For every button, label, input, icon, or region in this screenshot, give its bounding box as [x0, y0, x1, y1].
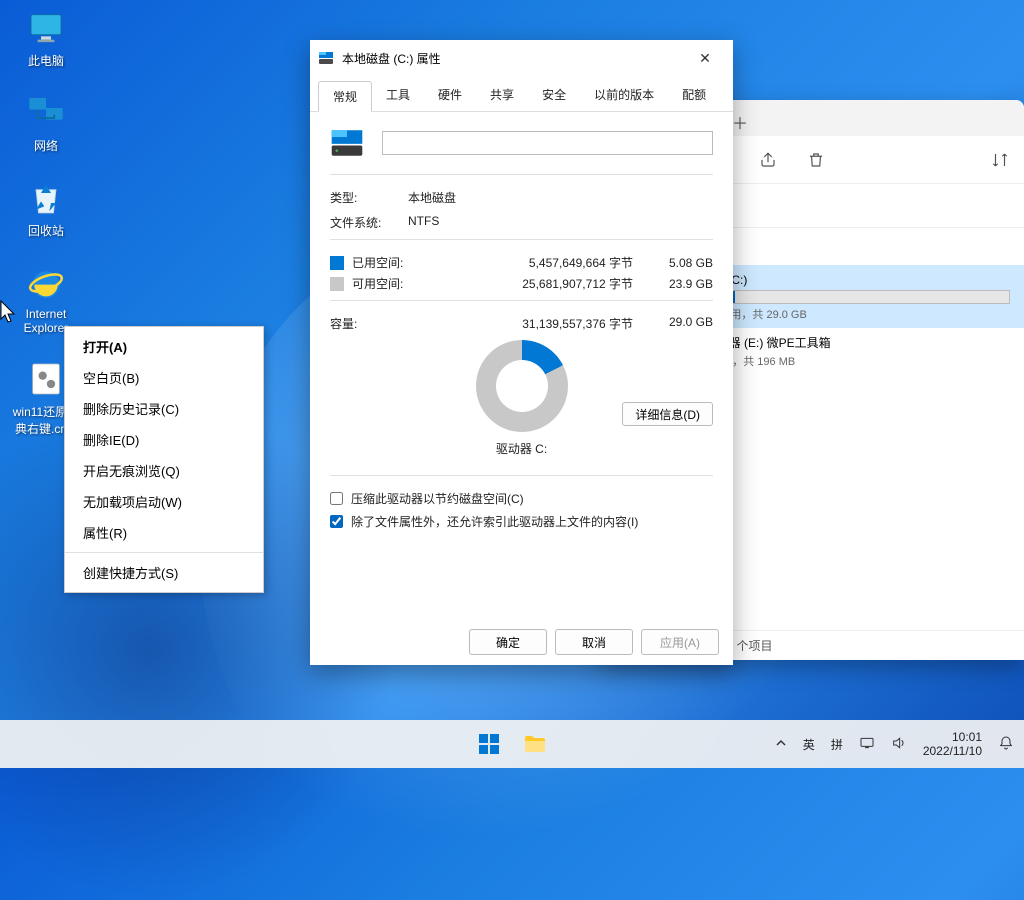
ie-icon: [26, 263, 66, 303]
type-label: 类型:: [330, 189, 408, 206]
share-icon[interactable]: [758, 150, 778, 170]
menu-no-addons[interactable]: 无加载项启动(W): [65, 486, 263, 517]
desktop-icon-network[interactable]: 网络: [12, 93, 80, 154]
ime-mode[interactable]: 拼: [831, 736, 843, 753]
drive-letter-label: 驱动器 C:: [496, 440, 547, 457]
fs-value: NTFS: [408, 214, 439, 231]
taskbar-explorer-button[interactable]: [515, 724, 555, 764]
usage-pie-chart: [476, 340, 568, 432]
delete-icon[interactable]: [806, 150, 826, 170]
notifications-tray-icon[interactable]: [998, 735, 1014, 754]
menu-blank-page[interactable]: 空白页(B): [65, 362, 263, 393]
menu-properties[interactable]: 属性(R): [65, 517, 263, 548]
tab-hardware[interactable]: 硬件: [424, 80, 476, 111]
tab-sharing[interactable]: 共享: [476, 80, 528, 111]
apply-button[interactable]: 应用(A): [641, 629, 719, 655]
desktop-icon-label: 回收站: [28, 222, 64, 239]
menu-create-shortcut[interactable]: 创建快捷方式(S): [65, 557, 263, 588]
capacity-hr: 29.0 GB: [657, 315, 713, 332]
details-button[interactable]: 详细信息(D): [622, 402, 713, 426]
recycle-bin-icon: [26, 178, 66, 218]
pc-icon: [26, 8, 66, 48]
menu-inprivate[interactable]: 开启无痕浏览(Q): [65, 455, 263, 486]
tab-general[interactable]: 常规: [318, 81, 372, 112]
menu-separator: [65, 552, 263, 553]
free-bytes: 25,681,907,712 字节: [430, 275, 657, 292]
tray-time: 10:01: [923, 730, 982, 744]
index-label: 除了文件属性外，还允许索引此驱动器上文件的内容(I): [351, 513, 638, 530]
fs-label: 文件系统:: [330, 214, 408, 231]
used-label: 已用空间:: [352, 254, 430, 271]
desktop-icon-this-pc[interactable]: 此电脑: [12, 8, 80, 69]
dialog-body: 类型:本地磁盘 文件系统:NTFS 已用空间: 5,457,649,664 字节…: [310, 112, 733, 619]
free-swatch: [330, 277, 344, 291]
taskbar: 英 拼 10:01 2022/11/10: [0, 720, 1024, 768]
tab-security[interactable]: 安全: [528, 80, 580, 111]
type-value: 本地磁盘: [408, 189, 456, 206]
compress-label: 压缩此驱动器以节约磁盘空间(C): [351, 490, 524, 507]
tray-date: 2022/11/10: [923, 744, 982, 758]
network-icon: [26, 93, 66, 133]
sort-icon[interactable]: [990, 150, 1010, 170]
menu-open[interactable]: 打开(A): [65, 331, 263, 362]
start-button[interactable]: [469, 724, 509, 764]
tray-overflow-icon[interactable]: [775, 737, 787, 752]
index-checkbox[interactable]: [330, 515, 343, 528]
index-checkbox-row[interactable]: 除了文件属性外，还允许索引此驱动器上文件的内容(I): [330, 513, 713, 530]
capacity-bytes: 31,139,557,376 字节: [408, 315, 657, 332]
system-tray: 英 拼 10:01 2022/11/10: [775, 730, 1024, 759]
free-hr: 23.9 GB: [657, 277, 713, 291]
free-label: 可用空间:: [352, 275, 430, 292]
cancel-button[interactable]: 取消: [555, 629, 633, 655]
dialog-tabs: 常规 工具 硬件 共享 安全 以前的版本 配额: [310, 76, 733, 112]
used-hr: 5.08 GB: [657, 256, 713, 270]
menu-clear-history[interactable]: 删除历史记录(C): [65, 393, 263, 424]
ok-button[interactable]: 确定: [469, 629, 547, 655]
volume-tray-icon[interactable]: [891, 735, 907, 754]
capacity-label: 容量:: [330, 315, 408, 332]
tab-quota[interactable]: 配额: [668, 80, 720, 111]
desktop-icon-recycle-bin[interactable]: 回收站: [12, 178, 80, 239]
tab-tools[interactable]: 工具: [372, 80, 424, 111]
desktop-icon-label: 此电脑: [28, 52, 64, 69]
drive-large-icon: [330, 128, 364, 158]
cursor-arrow-icon: [0, 300, 18, 324]
network-tray-icon[interactable]: [859, 735, 875, 754]
compress-checkbox[interactable]: [330, 492, 343, 505]
compress-checkbox-row[interactable]: 压缩此驱动器以节约磁盘空间(C): [330, 490, 713, 507]
used-bytes: 5,457,649,664 字节: [430, 254, 657, 271]
desktop-icon-label: 网络: [34, 137, 58, 154]
drive-name-input[interactable]: [382, 131, 713, 155]
dialog-close-button[interactable]: ✕: [685, 43, 725, 73]
drive-properties-dialog: 本地磁盘 (C:) 属性 ✕ 常规 工具 硬件 共享 安全 以前的版本 配额 类…: [310, 40, 733, 665]
tray-clock[interactable]: 10:01 2022/11/10: [923, 730, 982, 759]
ime-lang[interactable]: 英: [803, 736, 815, 753]
dialog-title-text: 本地磁盘 (C:) 属性: [342, 50, 441, 67]
cmd-file-icon: [26, 359, 66, 399]
menu-delete-ie[interactable]: 删除IE(D): [65, 424, 263, 455]
ie-context-menu: 打开(A) 空白页(B) 删除历史记录(C) 删除IE(D) 开启无痕浏览(Q)…: [64, 326, 264, 593]
tab-previous[interactable]: 以前的版本: [580, 80, 668, 111]
dialog-titlebar[interactable]: 本地磁盘 (C:) 属性 ✕: [310, 40, 733, 76]
desktop-icon-ie[interactable]: Internet Explorer: [12, 263, 80, 335]
drive-icon: [318, 50, 334, 66]
dialog-button-row: 确定 取消 应用(A): [310, 619, 733, 665]
used-swatch: [330, 256, 344, 270]
